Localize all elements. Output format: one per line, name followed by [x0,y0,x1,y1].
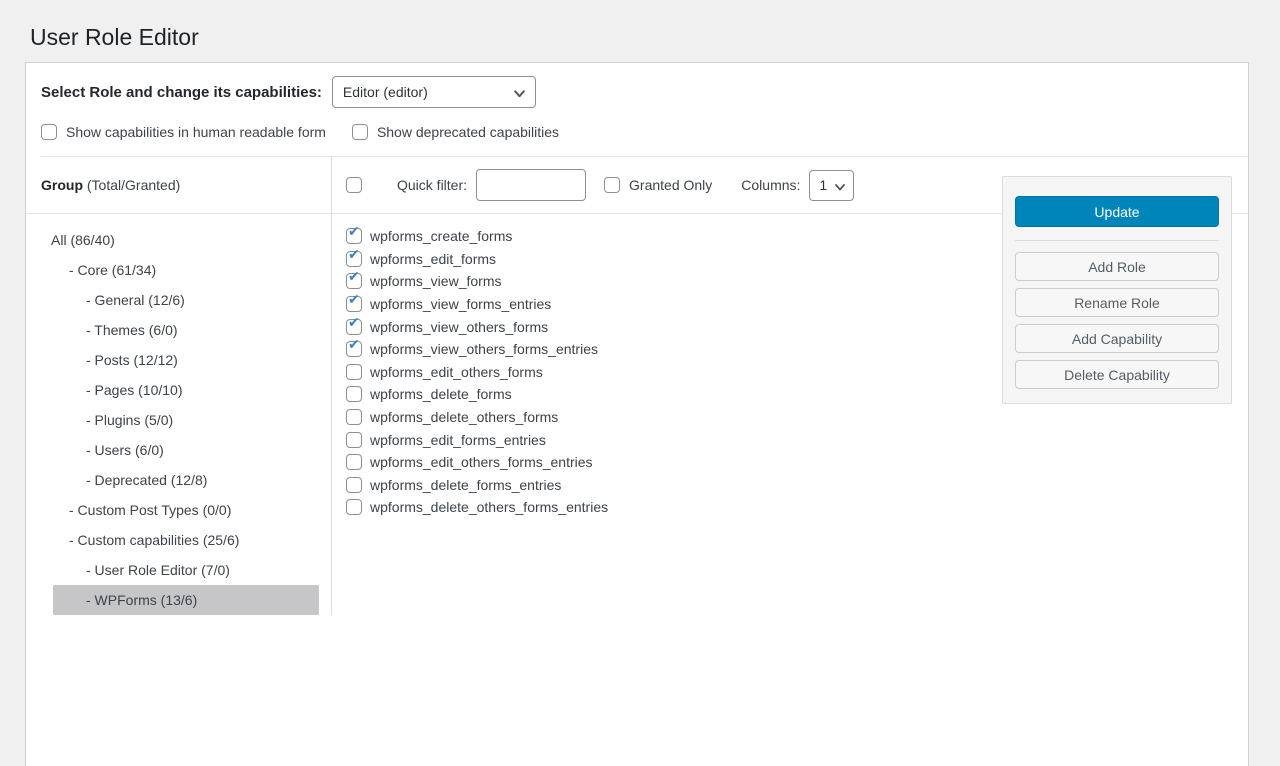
capability-label: wpforms_edit_forms [370,251,496,267]
capability-label: wpforms_view_forms [370,273,501,289]
actions-panel: Update Add Role Rename Role Add Capabili… [1002,176,1232,404]
page-title: User Role Editor [30,22,1280,52]
columns-select-value: 1 [819,177,827,193]
capability-label: wpforms_view_others_forms [370,319,548,335]
add-role-button[interactable]: Add Role [1015,252,1219,281]
group-item[interactable]: - WPForms (13/6) [53,585,319,615]
capability-label: wpforms_delete_forms_entries [370,477,561,493]
role-select-section: Select Role and change its capabilities:… [26,63,1248,156]
group-item[interactable]: - Custom capabilities (25/6) [26,525,331,555]
checkmark-icon: ✔ [348,316,360,330]
group-item[interactable]: - Posts (12/12) [26,345,331,375]
groups-column: Group (Total/Granted) All (86/40)- Core … [26,157,332,615]
capability-checkbox[interactable] [346,364,362,380]
group-item[interactable]: All (86/40) [26,225,331,255]
role-select[interactable]: Editor (editor) [332,76,536,108]
group-item[interactable]: - Users (6/0) [26,435,331,465]
capability-checkbox[interactable]: ✔ [346,319,362,335]
show-deprecated-checkbox[interactable] [352,124,368,140]
checkmark-icon: ✔ [348,225,360,239]
capability-label: wpforms_view_others_forms_entries [370,341,598,357]
group-header-suffix: (Total/Granted) [83,177,180,193]
panel-divider [1015,240,1219,241]
group-item[interactable]: - General (12/6) [26,285,331,315]
chevron-down-icon [513,87,526,100]
add-capability-button[interactable]: Add Capability [1015,324,1219,353]
capabilities-column: Quick filter: Granted Only Columns: 1 ✔ w… [332,157,1248,615]
capability-row: wpforms_edit_forms_entries [346,428,1248,451]
select-role-label: Select Role and change its capabilities: [41,84,322,101]
capability-row: wpforms_edit_others_forms_entries [346,451,1248,474]
capability-label: wpforms_delete_others_forms_entries [370,499,608,515]
capability-checkbox[interactable]: ✔ [346,273,362,289]
columns-select[interactable]: 1 [809,170,854,201]
group-item[interactable]: - Plugins (5/0) [26,405,331,435]
capability-checkbox[interactable] [346,454,362,470]
capability-checkbox[interactable] [346,477,362,493]
granted-only-checkbox[interactable] [604,177,620,193]
capability-label: wpforms_delete_forms [370,386,512,402]
capability-checkbox[interactable]: ✔ [346,341,362,357]
group-item[interactable]: - User Role Editor (7/0) [26,555,331,585]
capability-label: wpforms_view_forms_entries [370,296,551,312]
capability-row: wpforms_delete_others_forms_entries [346,496,1248,519]
capability-label: wpforms_edit_others_forms [370,364,543,380]
human-readable-label: Show capabilities in human readable form [66,124,326,140]
quick-filter-input[interactable] [476,169,586,201]
capability-checkbox[interactable] [346,386,362,402]
capability-checkbox[interactable] [346,409,362,425]
capability-checkbox[interactable] [346,499,362,515]
capability-checkbox[interactable]: ✔ [346,296,362,312]
groups-header: Group (Total/Granted) [26,157,331,214]
chevron-down-icon [834,181,846,193]
capability-checkbox[interactable] [346,432,362,448]
capability-label: wpforms_delete_others_forms [370,409,558,425]
update-button[interactable]: Update [1015,196,1219,227]
group-item[interactable]: - Themes (6/0) [26,315,331,345]
capability-row: wpforms_delete_others_forms [346,406,1248,429]
checkmark-icon: ✔ [348,338,360,352]
checkmark-icon: ✔ [348,293,360,307]
role-select-value: Editor (editor) [343,84,428,100]
granted-only-label: Granted Only [629,177,712,193]
group-header-label: Group [41,177,83,193]
delete-capability-button[interactable]: Delete Capability [1015,360,1219,389]
capability-row: wpforms_delete_forms_entries [346,474,1248,497]
groups-tree: All (86/40)- Core (61/34)- General (12/6… [26,214,331,615]
group-item[interactable]: - Custom Post Types (0/0) [26,495,331,525]
group-item[interactable]: - Pages (10/10) [26,375,331,405]
checkmark-icon: ✔ [348,270,360,284]
group-item[interactable]: - Core (61/34) [26,255,331,285]
capability-label: wpforms_edit_forms_entries [370,432,546,448]
rename-role-button[interactable]: Rename Role [1015,288,1219,317]
capability-label: wpforms_edit_others_forms_entries [370,454,593,470]
group-item[interactable]: - Deprecated (12/8) [26,465,331,495]
checkmark-icon: ✔ [348,248,360,262]
user-role-editor-panel: Select Role and change its capabilities:… [25,62,1249,766]
quick-filter-label: Quick filter: [397,177,467,193]
select-all-checkbox[interactable] [346,177,362,193]
show-deprecated-label: Show deprecated capabilities [377,124,559,140]
capability-checkbox[interactable]: ✔ [346,228,362,244]
capability-checkbox[interactable]: ✔ [346,251,362,267]
human-readable-checkbox[interactable] [41,124,57,140]
capability-label: wpforms_create_forms [370,228,512,244]
columns-label: Columns: [741,177,800,193]
